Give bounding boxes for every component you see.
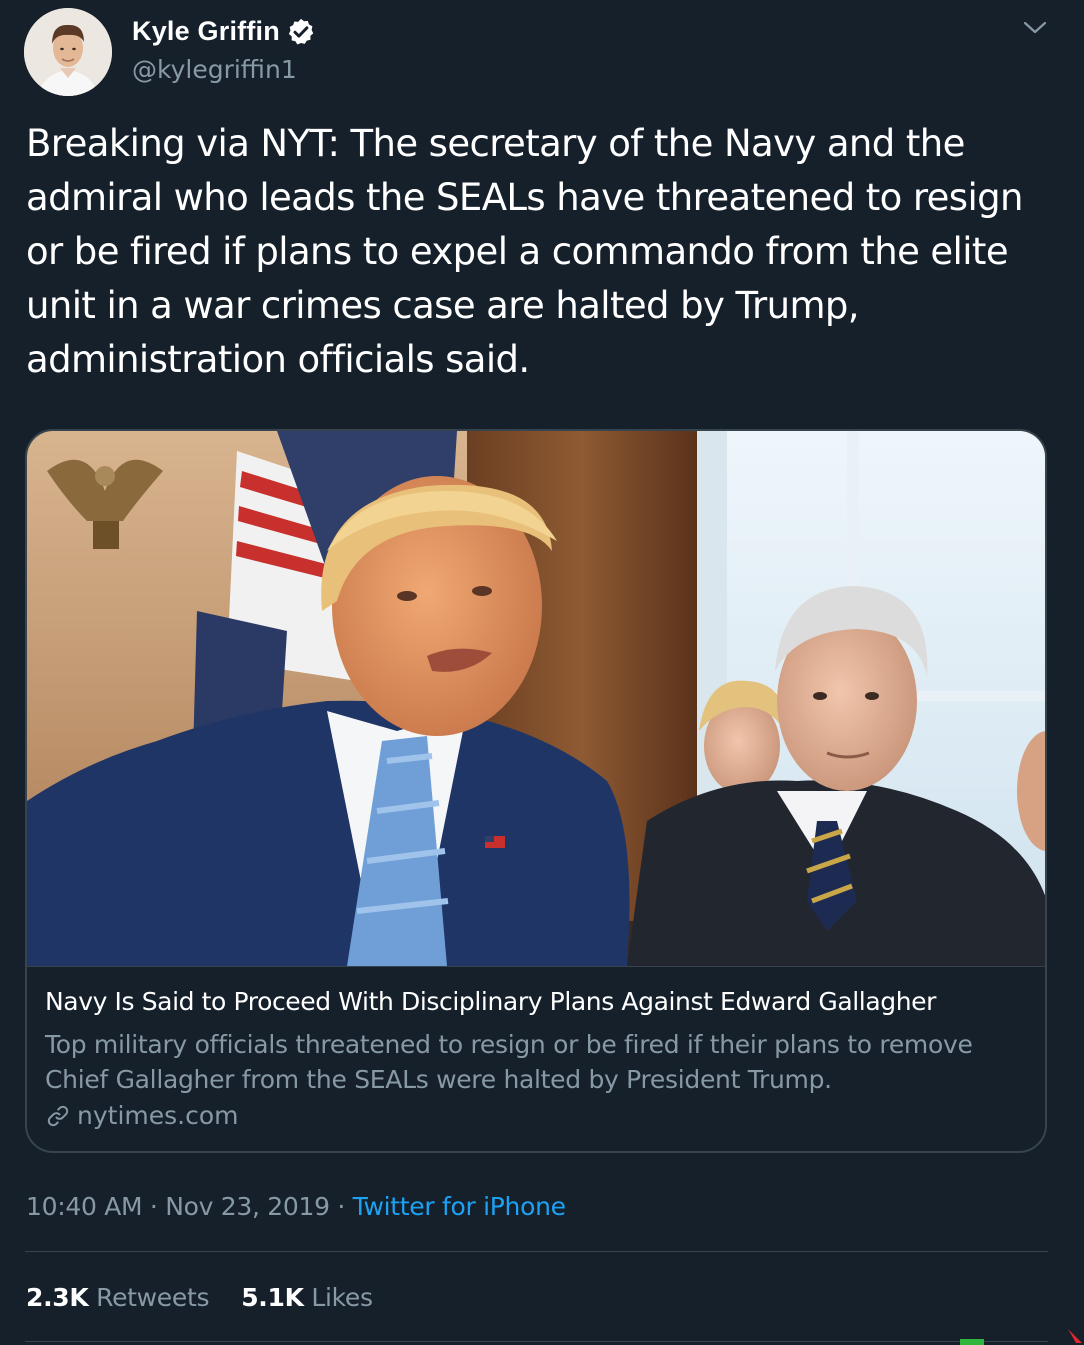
divider: [25, 1341, 1048, 1342]
author-handle[interactable]: @kylegriffin1: [132, 55, 297, 84]
card-image[interactable]: [27, 431, 1045, 966]
meta-separator: ·: [337, 1192, 346, 1221]
card-domain[interactable]: nytimes.com: [45, 1101, 239, 1130]
meta-separator: ·: [149, 1192, 158, 1221]
likes-stat[interactable]: 5.1K Likes: [241, 1283, 373, 1312]
tweet-date[interactable]: Nov 23, 2019: [165, 1192, 330, 1221]
card-photo-illustration: [27, 431, 1045, 966]
cursor-arrow-icon: [1068, 1329, 1082, 1343]
retweets-count: 2.3K: [26, 1283, 89, 1312]
link-card[interactable]: Navy Is Said to Proceed With Disciplinar…: [25, 429, 1047, 1153]
retweets-label: Retweets: [96, 1283, 210, 1312]
avatar[interactable]: [24, 8, 112, 96]
verified-badge-icon: [288, 18, 314, 44]
tweet-meta: 10:40 AM · Nov 23, 2019 · Twitter for iP…: [26, 1192, 566, 1221]
card-description: Top military officials threatened to res…: [45, 1030, 973, 1094]
likes-count: 5.1K: [241, 1283, 304, 1312]
avatar-photo: [24, 8, 112, 96]
card-domain-text[interactable]: nytimes.com: [77, 1101, 239, 1130]
tweet-source-link[interactable]: Twitter for iPhone: [353, 1192, 566, 1221]
author-display-name[interactable]: Kyle Griffin: [132, 16, 280, 47]
chevron-down-icon[interactable]: [1022, 18, 1048, 38]
likes-label: Likes: [311, 1283, 373, 1312]
tweet-time[interactable]: 10:40 AM: [26, 1192, 143, 1221]
tweet-text: Breaking via NYT: The secretary of the N…: [26, 122, 1024, 381]
author-name-row[interactable]: Kyle Griffin: [132, 16, 316, 47]
tweet-stats: 2.3K Retweets 5.1K Likes: [26, 1283, 373, 1312]
tweet: Kyle Griffin @kylegriffin1 Breaking via …: [0, 0, 1084, 1345]
divider: [25, 1251, 1048, 1252]
card-info[interactable]: Navy Is Said to Proceed With Disciplinar…: [27, 966, 1045, 1151]
link-icon: [47, 1105, 69, 1126]
retweets-stat[interactable]: 2.3K Retweets: [26, 1283, 210, 1312]
green-marker: [960, 1339, 984, 1345]
card-title[interactable]: Navy Is Said to Proceed With Disciplinar…: [45, 987, 936, 1016]
